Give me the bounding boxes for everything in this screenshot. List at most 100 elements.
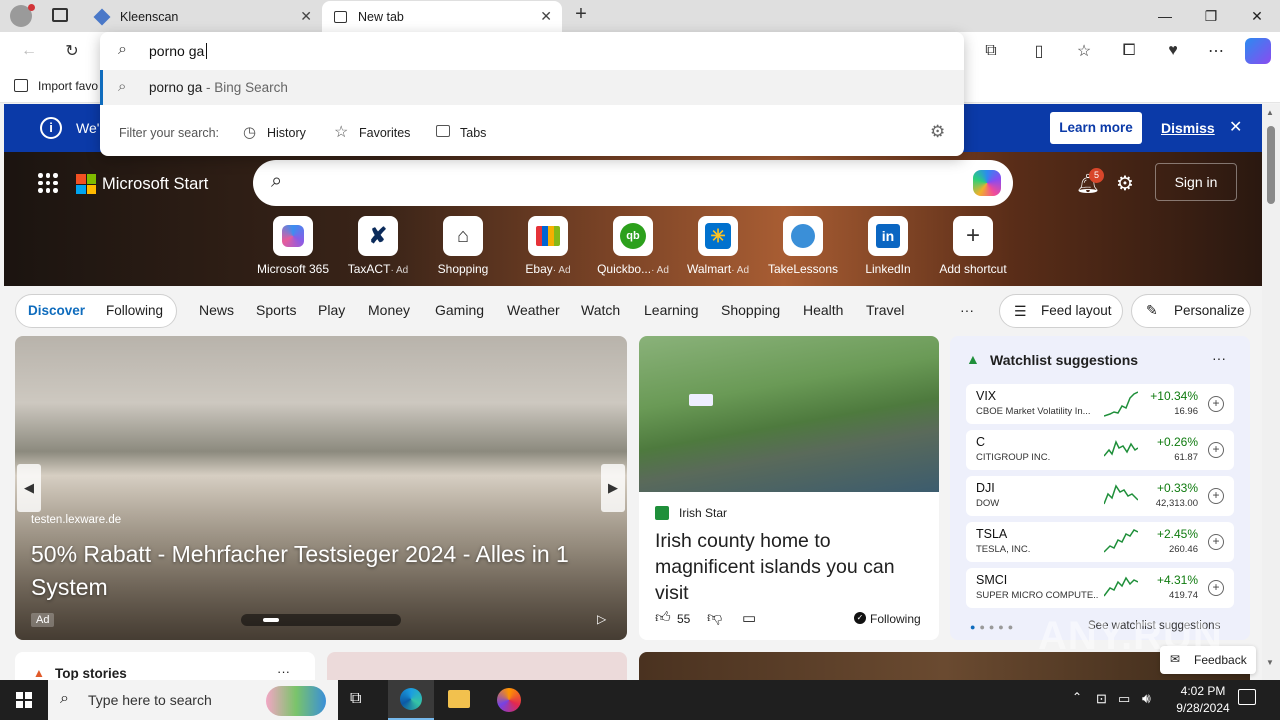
file-explorer-icon[interactable]: [448, 690, 470, 708]
restore-button[interactable]: ❐: [1188, 0, 1234, 32]
performance-icon[interactable]: ♥: [1160, 38, 1186, 64]
shortcut-quickbooks[interactable]: qb Quickbo...· Ad: [591, 216, 675, 276]
feed-layout-button[interactable]: ☰ Feed layout: [999, 294, 1123, 328]
start-button[interactable]: [16, 692, 32, 708]
close-window-button[interactable]: ✕: [1234, 0, 1280, 32]
nav-play[interactable]: Play: [318, 302, 345, 318]
add-to-watchlist-icon[interactable]: +: [1208, 580, 1224, 596]
extensions-icon[interactable]: ⧉: [978, 38, 1004, 64]
card-headline[interactable]: Irish county home to magnificent islands…: [655, 528, 931, 606]
close-tab-icon[interactable]: ✕: [300, 8, 312, 25]
card-headline[interactable]: 50% Rabatt - Mehrfacher Testsieger 2024 …: [31, 538, 621, 604]
tab-following[interactable]: Following: [106, 303, 163, 318]
suggestion-item[interactable]: ⌕ porno ga - Bing Search: [100, 70, 964, 105]
clock-date[interactable]: 9/28/2024: [1166, 701, 1240, 715]
shortcut-walmart[interactable]: ✳ Walmart· Ad: [676, 216, 760, 276]
nav-travel[interactable]: Travel: [866, 302, 904, 318]
add-to-watchlist-icon[interactable]: +: [1208, 442, 1224, 458]
news-card-image[interactable]: [327, 652, 627, 680]
shortcut-microsoft-365[interactable]: Microsoft 365: [251, 216, 335, 276]
watchlist-row[interactable]: C CITIGROUP INC. +0.26% 61.87 +: [966, 430, 1234, 470]
comment-icon[interactable]: ▭: [742, 609, 756, 627]
notification-center-icon[interactable]: [1238, 689, 1256, 705]
ad-choices-icon[interactable]: ▷: [597, 612, 606, 626]
carousel-next-button[interactable]: ▶: [601, 464, 625, 512]
task-view-icon[interactable]: ⧉: [350, 690, 361, 708]
close-tab-icon[interactable]: ✕: [540, 8, 552, 25]
network-icon[interactable]: ▭: [1118, 691, 1130, 707]
copilot-icon[interactable]: [973, 170, 1001, 196]
shortcut-takelessons[interactable]: TakeLessons: [761, 216, 845, 276]
filter-history[interactable]: History: [267, 126, 306, 140]
watchlist-row[interactable]: DJI DOW +0.33% 42,313.00 +: [966, 476, 1234, 516]
settings-more-icon[interactable]: ⋯: [1203, 38, 1229, 64]
tab-new-tab[interactable]: New tab ✕: [322, 1, 562, 32]
carousel-card[interactable]: ◀ ▶ testen.lexware.de 50% Rabatt - Mehrf…: [15, 336, 627, 640]
address-bar-input[interactable]: porno ga: [149, 43, 204, 59]
nav-money[interactable]: Money: [368, 302, 410, 318]
nav-more-button[interactable]: ···: [960, 302, 974, 318]
back-icon[interactable]: ←: [16, 38, 42, 64]
nav-weather[interactable]: Weather: [507, 302, 560, 318]
split-screen-icon[interactable]: ▯: [1026, 38, 1052, 64]
microsoft-start-logo[interactable]: Microsoft Start: [76, 174, 208, 194]
collections-icon[interactable]: ⧠: [1116, 38, 1142, 64]
close-banner-icon[interactable]: ✕: [1229, 117, 1242, 137]
top-stories-more-button[interactable]: ···: [277, 664, 290, 679]
filter-favorites[interactable]: Favorites: [359, 126, 410, 140]
scroll-thumb[interactable]: [1267, 126, 1275, 204]
nav-gaming[interactable]: Gaming: [435, 302, 484, 318]
news-card[interactable]: Irish Star Irish county home to magnific…: [639, 336, 939, 640]
tab-discover[interactable]: Discover: [28, 303, 85, 318]
import-favorites-link[interactable]: Import favo: [38, 79, 98, 93]
dislike-icon[interactable]: 👎︎: [707, 609, 722, 627]
new-tab-button[interactable]: +: [570, 4, 592, 26]
add-to-watchlist-icon[interactable]: +: [1208, 534, 1224, 550]
personalize-button[interactable]: ✎ Personalize: [1131, 294, 1251, 328]
nav-watch[interactable]: Watch: [581, 302, 620, 318]
add-to-watchlist-icon[interactable]: +: [1208, 488, 1224, 504]
dismiss-link[interactable]: Dismiss: [1161, 120, 1215, 136]
web-search-box[interactable]: ⌕: [253, 160, 1013, 206]
nav-learning[interactable]: Learning: [644, 302, 699, 318]
favorites-icon[interactable]: ☆: [1071, 38, 1097, 64]
gear-icon[interactable]: ⚙: [930, 122, 945, 142]
nav-sports[interactable]: Sports: [256, 302, 296, 318]
watchlist-row[interactable]: SMCI SUPER MICRO COMPUTE... +4.31% 419.7…: [966, 568, 1234, 608]
like-icon[interactable]: 👍︎: [655, 609, 671, 627]
tab-kleenscan[interactable]: Kleenscan ✕: [84, 1, 322, 32]
page-scrollbar[interactable]: ▲ ▼: [1262, 104, 1280, 680]
firefox-icon[interactable]: [497, 688, 521, 712]
apps-grid-icon[interactable]: [38, 173, 58, 193]
refresh-icon[interactable]: ↻: [59, 38, 85, 64]
carousel-prev-button[interactable]: ◀: [17, 464, 41, 512]
tray-chevron-icon[interactable]: ⌃: [1072, 690, 1082, 704]
shortcut-linkedin[interactable]: in LinkedIn: [846, 216, 930, 276]
nav-news[interactable]: News: [199, 302, 234, 318]
minimize-button[interactable]: —: [1142, 0, 1188, 32]
volume-icon[interactable]: 🔊︎: [1142, 690, 1151, 707]
watchlist-pager-dots[interactable]: ●●●●●: [970, 622, 1017, 632]
shortcut-taxact[interactable]: ✘ TaxACT· Ad: [336, 216, 420, 276]
following-label[interactable]: Following: [870, 612, 921, 626]
taskbar-search-box[interactable]: ⌕ Type here to search: [48, 680, 338, 720]
sign-in-button[interactable]: Sign in: [1155, 163, 1237, 201]
tray-app-icon[interactable]: ⊡: [1096, 691, 1107, 707]
shortcut-shopping[interactable]: ⌂ Shopping: [421, 216, 505, 276]
gear-icon[interactable]: ⚙: [1116, 171, 1134, 196]
watchlist-row[interactable]: TSLA TESLA, INC. +2.45% 260.46 +: [966, 522, 1234, 562]
scroll-down-icon[interactable]: ▼: [1266, 658, 1274, 667]
clock-time[interactable]: 4:02 PM: [1170, 684, 1236, 698]
shortcut-add[interactable]: + Add shortcut: [931, 216, 1015, 276]
edge-taskbar-button[interactable]: [388, 680, 434, 720]
copilot-icon[interactable]: [1245, 38, 1271, 64]
watchlist-row[interactable]: VIX CBOE Market Volatility In... +10.34%…: [966, 384, 1234, 424]
learn-more-button[interactable]: Learn more: [1050, 112, 1142, 144]
tab-actions-icon[interactable]: [52, 8, 68, 22]
watchlist-more-button[interactable]: ···: [1212, 350, 1226, 366]
nav-shopping[interactable]: Shopping: [721, 302, 780, 318]
add-to-watchlist-icon[interactable]: +: [1208, 396, 1224, 412]
carousel-dots[interactable]: [241, 614, 401, 626]
nav-health[interactable]: Health: [803, 302, 843, 318]
scroll-up-icon[interactable]: ▲: [1266, 108, 1274, 117]
